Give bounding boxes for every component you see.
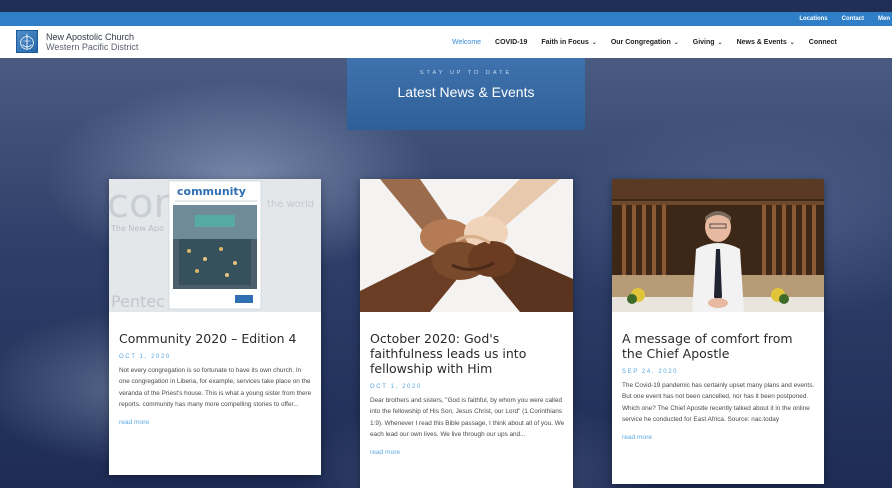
card-image-joined-hands[interactable] <box>360 179 573 312</box>
news-section-header: STAY UP TO DATE Latest News & Events <box>347 58 585 130</box>
card-excerpt: Dear brothers and sisters, "God is faith… <box>370 397 565 439</box>
section-kicker: STAY UP TO DATE <box>419 70 513 76</box>
news-card-chief-apostle[interactable]: A message of comfort from the Chief Apos… <box>612 179 824 484</box>
chevron-down-icon: ⌄ <box>673 39 679 46</box>
chevron-down-icon: ⌄ <box>717 39 723 46</box>
news-card-community[interactable]: com The New Apo the world Pentec communi… <box>109 179 321 475</box>
nav-item-news-events[interactable]: News & Events ⌄ <box>737 39 795 46</box>
cover-bottom-text: Pentec <box>111 292 165 311</box>
nav-item-covid-19[interactable]: COVID-19 <box>495 39 527 46</box>
cover-right-text: the world <box>267 199 314 210</box>
nav-item-our-congregation[interactable]: Our Congregation ⌄ <box>611 39 679 46</box>
joined-hands-image <box>360 179 573 312</box>
cover-subtitle: The New Apo <box>110 224 164 233</box>
chevron-down-icon: ⌄ <box>789 39 795 46</box>
card-title[interactable]: October 2020: God's faithfulness leads u… <box>370 331 565 376</box>
nav-item-label: News & Events <box>736 38 787 46</box>
top-utility-bar: Locations Contact Men <box>0 12 892 26</box>
card-image-chief-apostle[interactable] <box>612 179 824 312</box>
card-excerpt: The Covid-19 pandemic has certainly upse… <box>622 382 815 424</box>
section-title: Latest News & Events <box>397 84 535 100</box>
news-card-october-2020[interactable]: October 2020: God's faithfulness leads u… <box>360 179 573 488</box>
read-more-link[interactable]: read more <box>119 419 149 426</box>
brand-name: New Apostolic Church <box>46 32 135 42</box>
nav-item-label: Our Congregation <box>610 38 671 46</box>
nav-item-giving[interactable]: Giving ⌄ <box>693 39 723 46</box>
read-more-link[interactable]: read more <box>622 434 652 441</box>
magazine-cover-image: com The New Apo the world Pentec communi… <box>109 179 321 312</box>
card-body: Community 2020 – Edition 4 OCT 1, 2020 N… <box>119 331 313 429</box>
topbar-link-contact[interactable]: Contact <box>842 16 864 22</box>
brand-district: Western Pacific District <box>46 42 139 52</box>
topbar-link-menu[interactable]: Men <box>878 16 890 22</box>
card-image-magazine-cover[interactable]: com The New Apo the world Pentec communi… <box>109 179 321 312</box>
chevron-down-icon: ⌄ <box>591 39 597 46</box>
card-date: SEP 24, 2020 <box>622 369 679 375</box>
card-title[interactable]: Community 2020 – Edition 4 <box>119 331 313 346</box>
card-date: OCT 1, 2020 <box>119 354 171 360</box>
nav-item-label: COVID-19 <box>495 38 528 46</box>
nav-item-faith-in-focus[interactable]: Faith in Focus ⌄ <box>541 39 596 46</box>
read-more-link[interactable]: read more <box>370 449 400 456</box>
main-nav: Welcome COVID-19 Faith in Focus ⌄ Our Co… <box>452 37 851 47</box>
card-date: OCT 1, 2020 <box>370 384 422 390</box>
card-title[interactable]: A message of comfort from the Chief Apos… <box>622 331 816 361</box>
card-excerpt: Not every congregation is so fortunate t… <box>119 367 312 409</box>
magazine-title: community <box>177 185 246 198</box>
nav-item-label: Welcome <box>452 38 482 46</box>
nav-item-welcome[interactable]: Welcome <box>452 39 481 46</box>
site-header: New Apostolic Church Western Pacific Dis… <box>0 26 892 58</box>
card-body: A message of comfort from the Chief Apos… <box>622 331 816 444</box>
church-logo-glyph <box>20 33 34 50</box>
topbar-link-locations[interactable]: Locations <box>799 16 827 22</box>
card-body: October 2020: God's faithfulness leads u… <box>370 331 565 459</box>
church-logo-icon[interactable] <box>16 30 38 53</box>
nav-item-label: Giving <box>692 38 715 46</box>
nav-item-label: Connect <box>808 38 837 46</box>
nav-item-connect[interactable]: Connect <box>809 39 837 46</box>
site-brand[interactable]: New Apostolic Church Western Pacific Dis… <box>46 32 138 52</box>
chief-apostle-photo <box>612 179 824 312</box>
nav-item-label: Faith in Focus <box>541 38 589 46</box>
